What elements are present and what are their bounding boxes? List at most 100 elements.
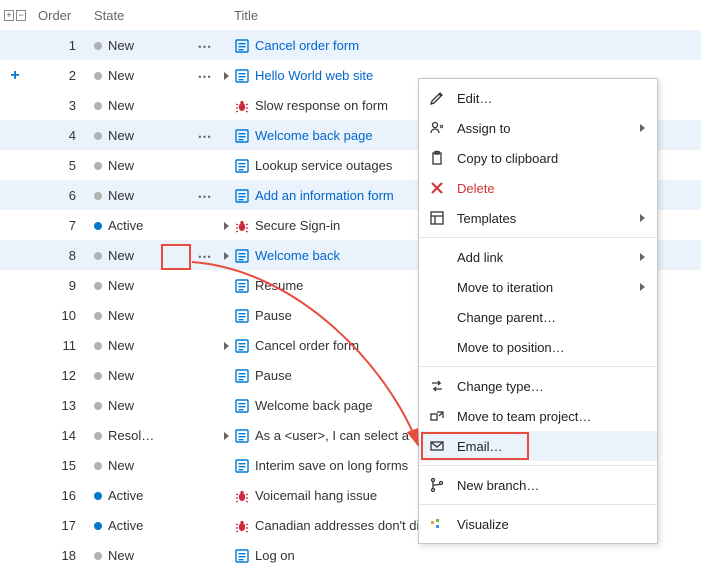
work-item-title[interactable]: Welcome back page: [255, 128, 373, 143]
column-header-title[interactable]: Title: [220, 0, 701, 30]
expand-caret-icon[interactable]: [224, 252, 229, 260]
expand-caret-icon[interactable]: [224, 432, 229, 440]
bug-icon: [235, 489, 249, 503]
delete-icon: [429, 180, 445, 196]
bug-icon: [235, 99, 249, 113]
templates-icon: [429, 210, 445, 226]
expand-caret-icon[interactable]: [224, 72, 229, 80]
state-cell: New: [90, 150, 190, 180]
change-type-icon: [429, 378, 445, 394]
ctx-templates[interactable]: Templates: [419, 203, 657, 233]
state-dot-icon: [94, 72, 102, 80]
row-actions-placeholder: [190, 270, 220, 300]
pbi-icon: [235, 549, 249, 563]
ctx-edit[interactable]: Edit…: [419, 83, 657, 113]
expand-all-icon[interactable]: +: [4, 10, 14, 21]
order-cell: 18: [30, 540, 90, 570]
visualize-icon: [429, 516, 445, 532]
work-item-title[interactable]: Cancel order form: [255, 38, 359, 53]
row-actions-placeholder: [190, 390, 220, 420]
pbi-icon: [235, 399, 249, 413]
ctx-move-team-project[interactable]: Move to team project…: [419, 401, 657, 431]
pbi-icon: [235, 309, 249, 323]
column-header-order[interactable]: Order: [30, 0, 90, 30]
ctx-add-link[interactable]: Add link: [419, 242, 657, 272]
row-actions-button[interactable]: ⋯: [190, 120, 220, 150]
state-cell: Active: [90, 210, 190, 240]
pbi-icon: [235, 129, 249, 143]
row-gutter: [0, 240, 30, 270]
ctx-move-iteration[interactable]: Move to iteration: [419, 272, 657, 302]
more-icon: ⋯: [198, 129, 213, 143]
row-actions-placeholder: [190, 480, 220, 510]
pbi-icon: [235, 279, 249, 293]
ctx-copy[interactable]: Copy to clipboard: [419, 143, 657, 173]
state-dot-icon: [94, 522, 102, 530]
ctx-new-branch[interactable]: New branch…: [419, 470, 657, 500]
more-icon: ⋯: [198, 189, 213, 203]
row-actions-button[interactable]: ⋯: [190, 60, 220, 90]
collapse-all-icon[interactable]: −: [16, 10, 26, 21]
row-gutter: [0, 30, 30, 60]
separator: [419, 465, 657, 466]
work-item-title: Pause: [255, 368, 292, 383]
state-cell: New: [90, 450, 190, 480]
order-cell: 12: [30, 360, 90, 390]
more-icon: ⋯: [198, 39, 213, 53]
state-cell: New: [90, 390, 190, 420]
separator: [419, 504, 657, 505]
ctx-move-position[interactable]: Move to position…: [419, 332, 657, 362]
row-gutter: [0, 510, 30, 540]
row-actions-placeholder: [190, 90, 220, 120]
row-gutter: [0, 180, 30, 210]
assign-icon: [429, 120, 445, 136]
chevron-right-icon: [640, 124, 645, 132]
ctx-assign-to[interactable]: Assign to: [419, 113, 657, 143]
order-cell: 13: [30, 390, 90, 420]
add-row-button[interactable]: +: [10, 67, 19, 85]
row-actions-button[interactable]: ⋯: [190, 180, 220, 210]
row-gutter: [0, 330, 30, 360]
work-item-title: Welcome back page: [255, 398, 373, 413]
pbi-icon: [235, 159, 249, 173]
state-cell: New: [90, 300, 190, 330]
order-cell: 16: [30, 480, 90, 510]
pbi-icon: [235, 249, 249, 263]
annotation-box-email: [421, 432, 529, 460]
work-item-title: Secure Sign-in: [255, 218, 340, 233]
work-item-title: Pause: [255, 308, 292, 323]
row-gutter: [0, 480, 30, 510]
state-cell: New: [90, 90, 190, 120]
ctx-delete[interactable]: Delete: [419, 173, 657, 203]
column-header-state[interactable]: State: [90, 0, 190, 30]
order-cell: 9: [30, 270, 90, 300]
work-item-title: Slow response on form: [255, 98, 388, 113]
row-actions-placeholder: [190, 300, 220, 330]
pbi-icon: [235, 339, 249, 353]
expand-collapse-tools[interactable]: +−: [0, 0, 30, 30]
expand-caret-icon[interactable]: [224, 342, 229, 350]
title-cell: Cancel order form: [220, 30, 701, 60]
ctx-change-parent[interactable]: Change parent…: [419, 302, 657, 332]
pbi-icon: [235, 369, 249, 383]
row-actions-placeholder: [190, 210, 220, 240]
row-actions-placeholder: [190, 510, 220, 540]
work-item-title[interactable]: Hello World web site: [255, 68, 373, 83]
state-cell: Active: [90, 480, 190, 510]
row-actions-button[interactable]: ⋯: [190, 30, 220, 60]
state-cell: New: [90, 540, 190, 570]
order-cell: 4: [30, 120, 90, 150]
state-dot-icon: [94, 492, 102, 500]
row-actions-button[interactable]: ⋯: [190, 240, 220, 270]
state-cell: New: [90, 120, 190, 150]
ctx-change-type[interactable]: Change type…: [419, 371, 657, 401]
order-cell: 2: [30, 60, 90, 90]
work-item-title[interactable]: Welcome back: [255, 248, 340, 263]
order-cell: 7: [30, 210, 90, 240]
ctx-visualize[interactable]: Visualize: [419, 509, 657, 539]
expand-caret-icon[interactable]: [224, 222, 229, 230]
state-cell: New: [90, 360, 190, 390]
work-item-title[interactable]: Add an information form: [255, 188, 394, 203]
order-cell: 15: [30, 450, 90, 480]
work-item-title: Interim save on long forms: [255, 458, 408, 473]
